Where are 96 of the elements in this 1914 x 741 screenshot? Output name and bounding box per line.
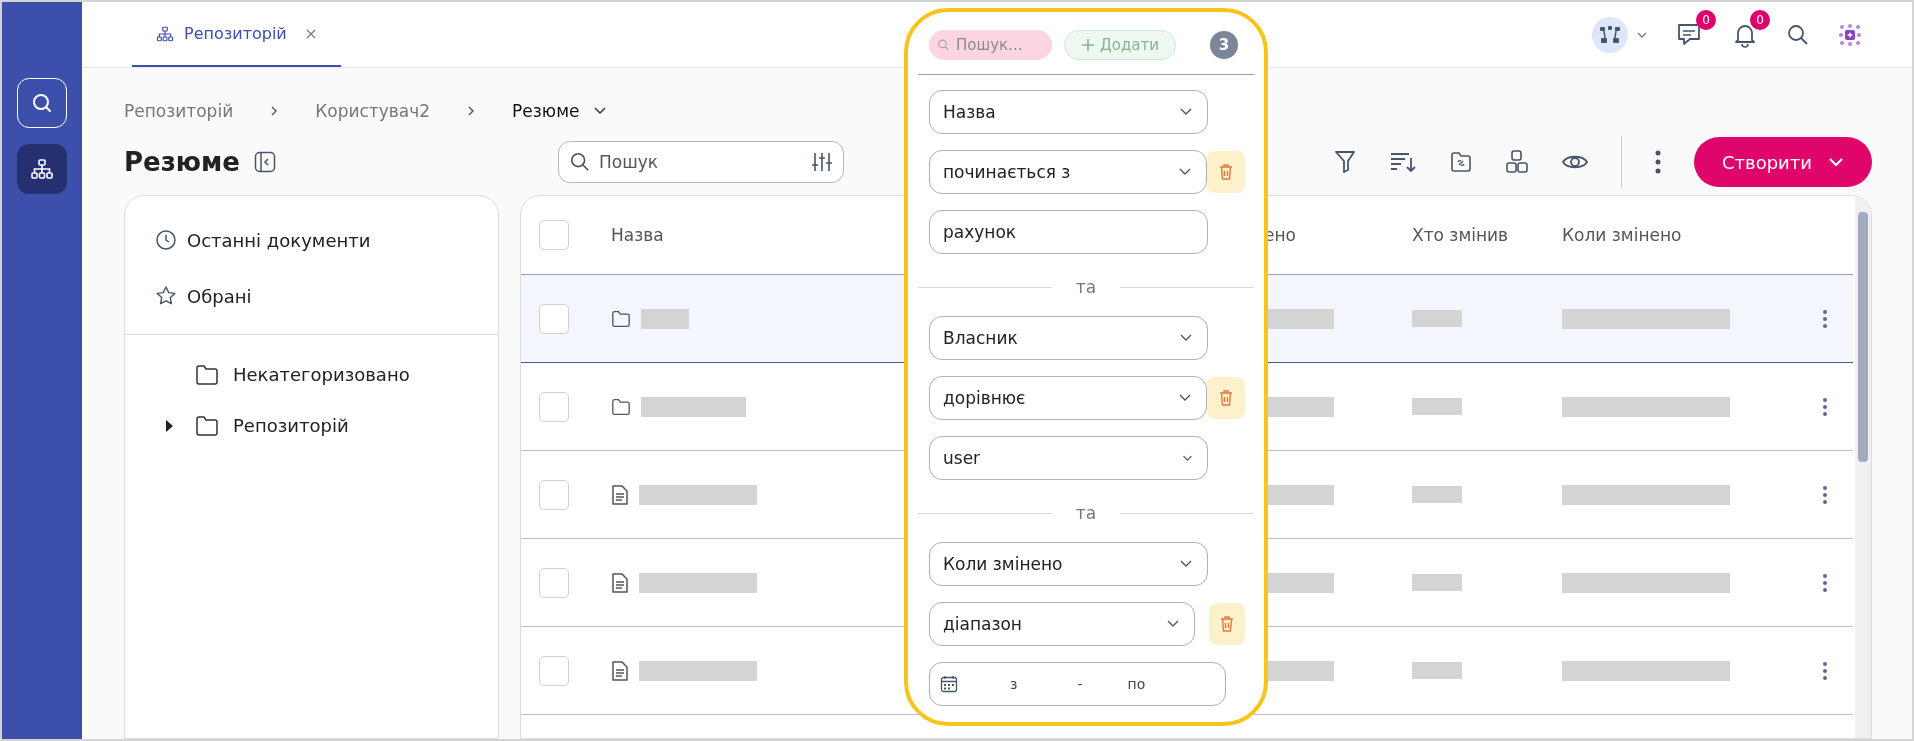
blocks-icon[interactable] xyxy=(1505,149,1529,175)
tab[interactable]: Репозиторій xyxy=(132,2,341,67)
notification-badge: 0 xyxy=(1696,9,1716,30)
more-icon[interactable] xyxy=(1822,572,1828,593)
more-icon[interactable] xyxy=(1822,484,1828,505)
search-icon xyxy=(30,91,54,115)
notification-badge: 0 xyxy=(1750,9,1770,30)
breadcrumb-link[interactable]: Користувач2 xyxy=(315,101,431,121)
document-icon xyxy=(611,660,629,681)
value-select[interactable]: user xyxy=(929,436,1208,480)
trash-icon xyxy=(1219,164,1234,180)
document-icon xyxy=(611,572,629,593)
sort-icon[interactable] xyxy=(1389,150,1417,174)
chevron-down-icon xyxy=(1178,394,1193,402)
operator-select[interactable]: дорівнює xyxy=(929,376,1208,420)
hierarchy-icon xyxy=(30,157,54,181)
create-button[interactable]: Створити xyxy=(1694,137,1872,187)
joiner-label: та xyxy=(1075,277,1097,297)
redacted-bar xyxy=(1412,486,1462,503)
search-icon[interactable] xyxy=(1786,22,1810,47)
page-title: Резюме xyxy=(124,147,240,177)
range-to: по xyxy=(1127,676,1146,692)
redacted-bar xyxy=(1412,398,1462,415)
search-icon xyxy=(937,37,950,53)
field-select[interactable]: Коли змінено xyxy=(929,542,1208,586)
folder-link-icon[interactable] xyxy=(1449,150,1473,174)
filter-icon[interactable] xyxy=(1333,149,1357,175)
more-icon[interactable] xyxy=(1822,660,1828,681)
row-checkbox[interactable] xyxy=(539,479,569,510)
delete-button[interactable] xyxy=(1209,603,1245,645)
row-checkbox[interactable] xyxy=(539,567,569,598)
chevron-down-icon xyxy=(1178,168,1193,176)
tree-item[interactable]: Некатегоризовано xyxy=(233,364,410,385)
breadcrumb-link[interactable]: Репозиторій xyxy=(124,101,234,121)
chevron-down-icon[interactable] xyxy=(593,106,608,116)
breadcrumb-link[interactable]: Резюме xyxy=(512,101,580,121)
star-icon xyxy=(155,285,177,307)
count-badge: 3 xyxy=(1210,31,1238,59)
tab-label: Репозиторій xyxy=(184,24,287,43)
row-checkbox[interactable] xyxy=(539,655,569,686)
joiner-label: та xyxy=(1075,503,1097,523)
folder-icon xyxy=(611,397,631,416)
trash-icon xyxy=(1220,616,1234,632)
more-icon[interactable] xyxy=(1822,396,1828,417)
document-icon xyxy=(611,484,629,505)
workflow-avatar[interactable] xyxy=(1592,16,1628,53)
row-checkbox[interactable] xyxy=(539,391,569,422)
folder-icon xyxy=(195,414,219,437)
filter-search-field[interactable]: Пошук... xyxy=(929,30,1052,60)
chevron-down-icon xyxy=(1182,454,1193,462)
field-select[interactable]: Назва xyxy=(929,90,1208,134)
chevron-down-icon xyxy=(1828,157,1844,167)
range-separator: - xyxy=(1077,676,1083,692)
range-from: з xyxy=(1010,676,1018,692)
delete-button[interactable] xyxy=(1207,151,1245,193)
search-icon xyxy=(568,151,591,173)
more-icon[interactable] xyxy=(1822,308,1828,329)
sidebar-item[interactable]: Обрані xyxy=(187,285,252,307)
search-button[interactable] xyxy=(17,78,67,128)
chevron-down-icon xyxy=(1179,560,1193,568)
repository-button[interactable] xyxy=(17,144,67,194)
operator-select[interactable]: починається з xyxy=(929,150,1208,194)
more-icon[interactable] xyxy=(1654,149,1662,175)
date-range-field[interactable]: з - по xyxy=(929,662,1226,706)
hierarchy-icon xyxy=(156,24,174,43)
chevron-down-icon xyxy=(1179,334,1193,342)
sidebar-item[interactable]: Останні документи xyxy=(187,229,371,251)
clock-icon xyxy=(155,229,177,251)
redacted-bar xyxy=(641,308,689,329)
tree-item[interactable]: Репозиторій xyxy=(233,415,349,436)
sliders-icon[interactable] xyxy=(810,151,833,173)
search-field[interactable]: Пошук xyxy=(557,141,844,183)
row-checkbox[interactable] xyxy=(539,303,569,334)
delete-button[interactable] xyxy=(1207,377,1245,419)
operator-select[interactable]: діапазон xyxy=(929,602,1195,646)
collapse-panel-icon[interactable] xyxy=(253,151,276,173)
redacted-bar xyxy=(1412,310,1462,327)
trash-icon xyxy=(1219,390,1234,406)
scrollbar[interactable] xyxy=(1855,196,1871,738)
folder-icon xyxy=(195,363,219,386)
chevron-down-icon xyxy=(1179,108,1193,116)
select-all-checkbox[interactable] xyxy=(539,220,569,250)
calendar-icon xyxy=(940,675,958,693)
app-logo-icon[interactable] xyxy=(1838,22,1862,47)
redacted-bar xyxy=(1412,662,1462,679)
filter-search-input[interactable]: Пошук... xyxy=(954,35,1044,55)
plus-icon xyxy=(1081,38,1095,52)
close-icon[interactable] xyxy=(304,27,317,40)
column-header[interactable]: Коли змінено xyxy=(1562,225,1802,245)
value-input[interactable]: рахунок xyxy=(929,210,1208,254)
column-header[interactable]: Хто змінив xyxy=(1412,225,1562,245)
chevron-down-icon xyxy=(1166,620,1180,628)
search-input[interactable]: Пошук xyxy=(596,151,805,173)
redacted-bar xyxy=(1412,574,1462,591)
folder-icon xyxy=(611,309,631,328)
field-select[interactable]: Власник xyxy=(929,316,1208,360)
